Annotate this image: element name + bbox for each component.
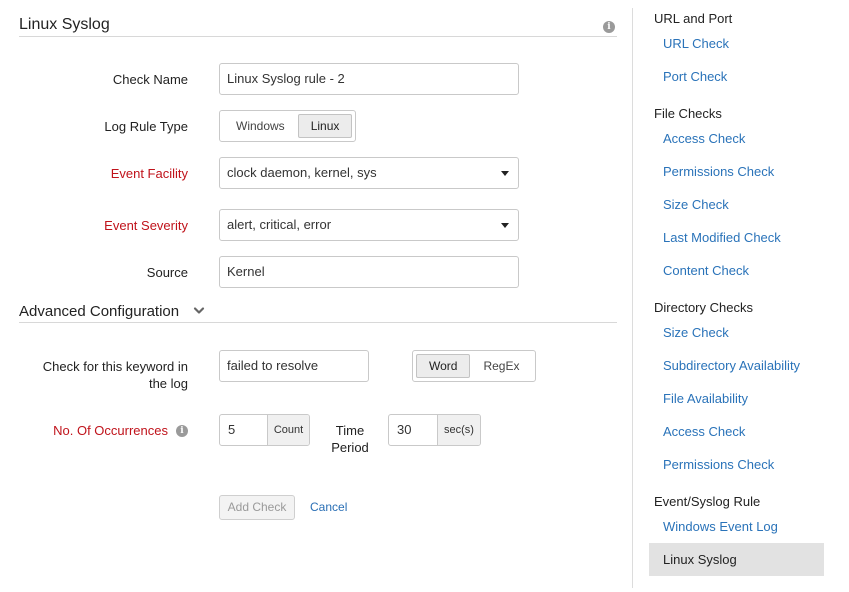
title-divider bbox=[19, 36, 617, 37]
event-facility-select[interactable]: clock daemon, kernel, sys bbox=[219, 157, 519, 189]
log-rule-type-linux[interactable]: Linux bbox=[297, 114, 353, 138]
event-severity-value: alert, critical, error bbox=[227, 217, 332, 232]
sidebar-item-file-permissions-check[interactable]: Permissions Check bbox=[663, 164, 774, 179]
keyword-label-line1: Check for this keyword in bbox=[42, 359, 188, 374]
time-period-unit: sec(s) bbox=[438, 415, 480, 445]
sidebar-heading-event-syslog-rule: Event/Syslog Rule bbox=[654, 494, 761, 509]
source-label: Source bbox=[146, 265, 188, 280]
log-rule-type-windows[interactable]: Windows bbox=[223, 114, 298, 138]
event-facility-label: Event Facility bbox=[110, 166, 188, 181]
sidebar-item-file-access-check[interactable]: Access Check bbox=[663, 131, 745, 146]
log-rule-type-label: Log Rule Type bbox=[104, 119, 188, 134]
match-mode-toggle: Word RegEx bbox=[412, 350, 537, 382]
time-period-input[interactable]: 30 bbox=[389, 415, 438, 445]
sidebar-item-subdirectory-availability[interactable]: Subdirectory Availability bbox=[663, 358, 800, 373]
time-period-label-line1: Time bbox=[335, 423, 365, 438]
main-panel: Linux Syslog i Check Name Linux Syslog r… bbox=[0, 0, 632, 592]
match-mode-word[interactable]: Word bbox=[416, 354, 471, 378]
add-check-button[interactable]: Add Check bbox=[219, 495, 295, 520]
log-rule-type-toggle: Windows Linux bbox=[219, 110, 357, 142]
info-icon[interactable]: i bbox=[603, 21, 615, 33]
info-icon[interactable]: i bbox=[176, 425, 188, 437]
time-period-label-line2: Period bbox=[331, 440, 369, 455]
keyword-input[interactable]: failed to resolve bbox=[219, 350, 369, 382]
sidebar-heading-url-and-port: URL and Port bbox=[654, 11, 733, 26]
sidebar-item-linux-syslog[interactable]: Linux Syslog bbox=[649, 543, 824, 576]
sidebar-item-file-size-check[interactable]: Size Check bbox=[663, 197, 729, 212]
chevron-down-icon[interactable] bbox=[193, 305, 205, 317]
match-mode-regex[interactable]: RegEx bbox=[470, 354, 532, 378]
occurrences-label: No. Of Occurrences bbox=[53, 423, 168, 438]
time-period-input-group: 30 sec(s) bbox=[388, 414, 481, 446]
occurrences-input[interactable]: 5 bbox=[220, 415, 268, 445]
occurrences-unit: Count bbox=[268, 415, 309, 445]
sidebar-item-directory-permissions-check[interactable]: Permissions Check bbox=[663, 457, 774, 472]
sidebar-item-last-modified-check[interactable]: Last Modified Check bbox=[663, 230, 781, 245]
event-severity-label: Event Severity bbox=[104, 218, 188, 233]
time-period-label: Time Period bbox=[325, 422, 375, 456]
event-severity-select[interactable]: alert, critical, error bbox=[219, 209, 519, 241]
keyword-label: Check for this keyword in the log bbox=[20, 358, 188, 392]
sidebar: URL and Port URL Check Port Check File C… bbox=[633, 0, 849, 592]
sidebar-item-windows-event-log[interactable]: Windows Event Log bbox=[663, 519, 778, 534]
sidebar-item-directory-access-check[interactable]: Access Check bbox=[663, 424, 745, 439]
event-facility-value: clock daemon, kernel, sys bbox=[227, 165, 377, 180]
sidebar-item-content-check[interactable]: Content Check bbox=[663, 263, 749, 278]
check-name-input[interactable]: Linux Syslog rule - 2 bbox=[219, 63, 519, 95]
sidebar-item-file-availability[interactable]: File Availability bbox=[663, 391, 748, 406]
cancel-link[interactable]: Cancel bbox=[310, 500, 347, 514]
caret-down-icon bbox=[501, 223, 509, 228]
sidebar-item-directory-size-check[interactable]: Size Check bbox=[663, 325, 729, 340]
sidebar-heading-directory-checks: Directory Checks bbox=[654, 300, 753, 315]
occurrences-input-group: 5 Count bbox=[219, 414, 310, 446]
check-name-label: Check Name bbox=[112, 72, 188, 87]
sidebar-heading-file-checks: File Checks bbox=[654, 106, 722, 121]
keyword-label-line2: the log bbox=[148, 376, 188, 391]
page-title: Linux Syslog bbox=[19, 16, 110, 33]
sidebar-item-url-check[interactable]: URL Check bbox=[663, 36, 729, 51]
caret-down-icon bbox=[501, 171, 509, 176]
advanced-divider bbox=[19, 322, 617, 323]
advanced-config-toggle[interactable]: Advanced Configuration bbox=[19, 303, 179, 320]
sidebar-item-port-check[interactable]: Port Check bbox=[663, 69, 727, 84]
source-input[interactable]: Kernel bbox=[219, 256, 519, 288]
